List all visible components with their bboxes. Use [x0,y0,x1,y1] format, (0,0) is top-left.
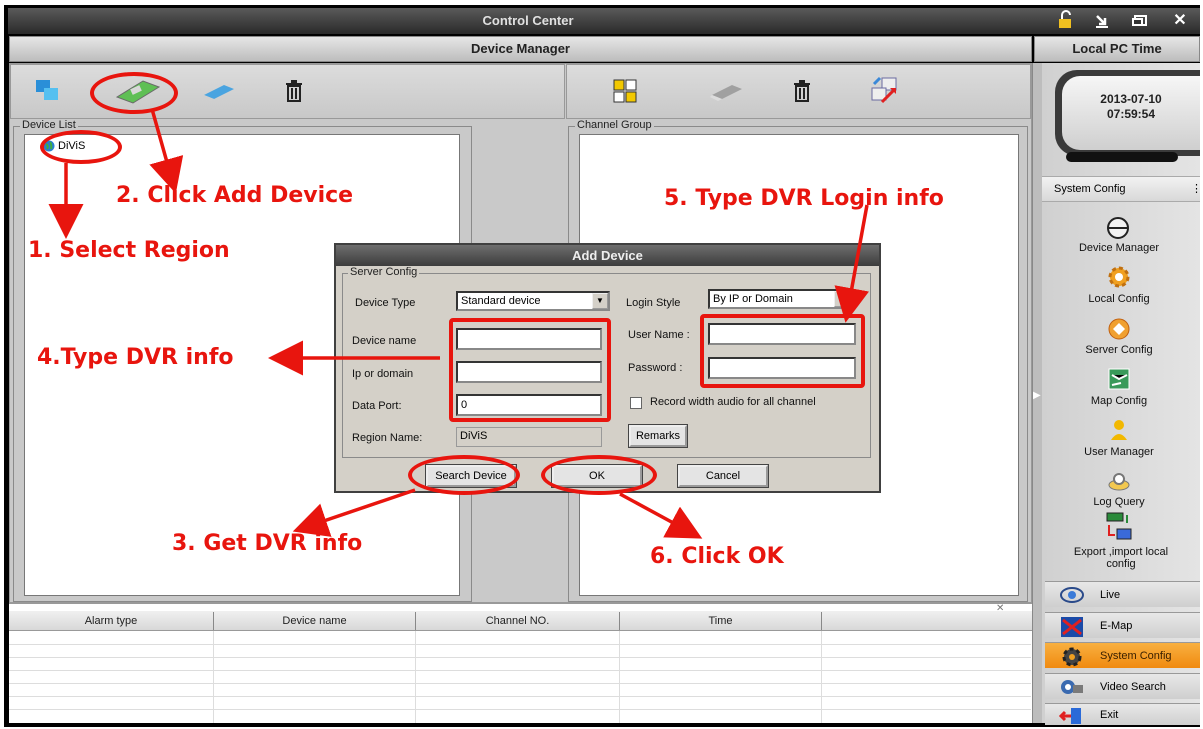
highlight-login-rect [700,314,865,388]
annotation-step1: 1. Select Region [28,238,230,263]
annotation-step6: 6. Click OK [650,544,784,569]
arrow-step6 [619,492,703,539]
annotation-step5: 5. Type DVR Login info [664,186,944,211]
annotation-step3: 3. Get DVR info [172,531,363,556]
arrow-step2 [149,108,184,194]
highlight-search-ring [408,455,520,495]
highlight-add-device-ring [90,72,178,114]
highlight-region-ring [40,130,122,164]
highlight-dvr-info-rect [449,318,611,422]
arrow-step3 [292,488,416,537]
annotation-step2: 2. Click Add Device [116,183,354,208]
annotation-step4: 4.Type DVR info [37,345,234,370]
arrow-step5 [834,204,869,323]
highlight-ok-ring [541,455,657,495]
